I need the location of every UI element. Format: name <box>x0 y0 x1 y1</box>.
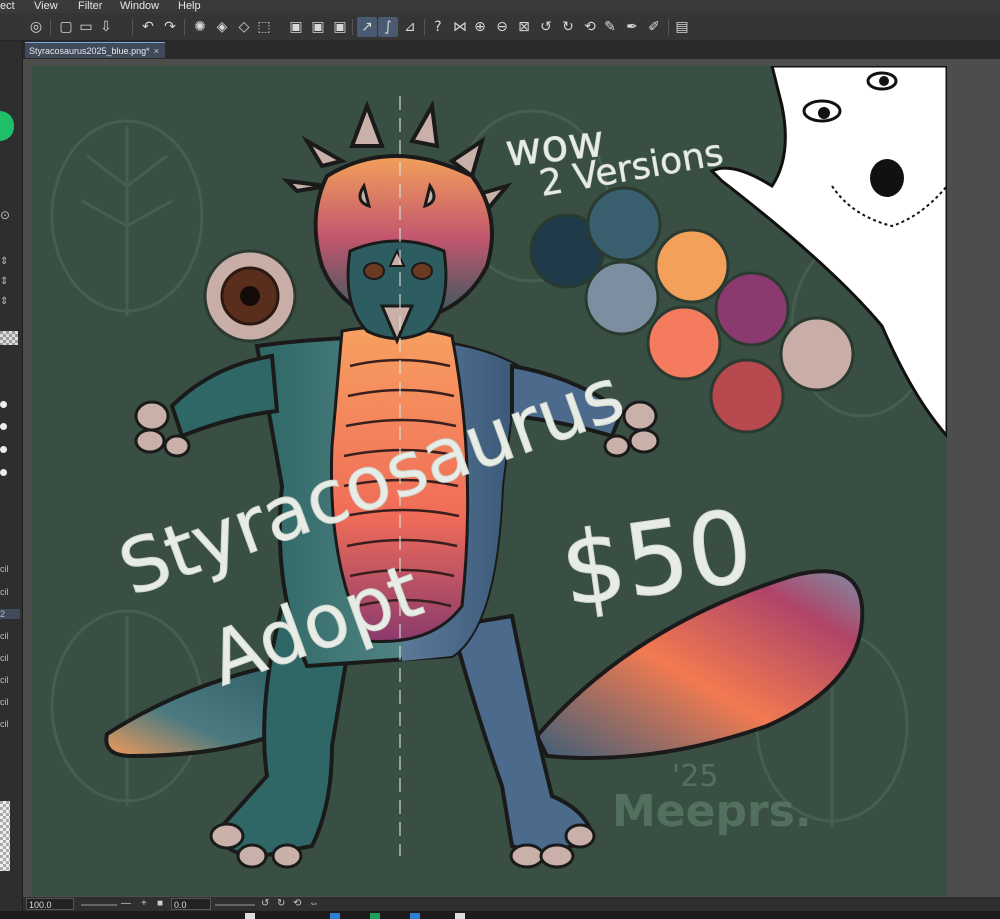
zoom-in-icon[interactable]: ⊕ <box>470 17 490 37</box>
toolbar-divider <box>184 19 185 35</box>
taskbar-app-icon[interactable] <box>330 913 340 919</box>
zoom-out-button[interactable]: — <box>121 897 131 911</box>
fit-icon[interactable]: ⊠ <box>514 17 534 37</box>
os-taskbar <box>0 911 1000 919</box>
spinner-up-down-icon[interactable]: ⇕ <box>0 276 20 287</box>
select-icon[interactable]: ⬚ <box>254 17 274 37</box>
layer-label[interactable]: cil <box>0 697 20 707</box>
rotate-right-icon[interactable]: ↻ <box>277 897 285 911</box>
layer-label[interactable]: cil <box>0 675 20 685</box>
taskbar-app-icon[interactable] <box>410 913 420 919</box>
color-swatch <box>709 358 785 434</box>
brush-size-dot[interactable] <box>0 423 7 430</box>
rotation-input[interactable]: 0.0 <box>171 898 211 910</box>
toolbar-divider <box>132 19 133 35</box>
artwork-canvas[interactable]: Styracosaurus Adopt $50 wow 2 Versions '… <box>32 66 947 896</box>
toolbar-divider <box>668 19 669 35</box>
document-tab[interactable]: Styracosaurus2025_blue.png* × <box>25 42 165 58</box>
rotate-left-icon[interactable]: ↺ <box>536 17 556 37</box>
color-swatch <box>779 316 855 392</box>
eye-reference-pupil <box>240 286 260 306</box>
color-wheel-edge[interactable] <box>0 111 14 141</box>
layer-label[interactable]: cil <box>0 653 20 663</box>
color-swatch <box>586 186 662 262</box>
left-eye <box>363 262 385 280</box>
color-swatch <box>646 305 722 381</box>
layer-label[interactable]: cil <box>0 587 20 597</box>
close-tab-icon[interactable]: × <box>154 43 159 59</box>
spinner-up-down-icon[interactable]: ⇕ <box>0 256 20 267</box>
reset-rotation-icon[interactable]: ⟲ <box>580 17 600 37</box>
play-icon[interactable]: ⊙ <box>0 208 20 222</box>
taskbar-app-icon[interactable] <box>370 913 380 919</box>
app-logo-icon[interactable]: ◎ <box>26 17 46 37</box>
help-icon[interactable]: ? <box>428 17 448 37</box>
rotate-right-icon[interactable]: ↻ <box>558 17 578 37</box>
redo-icon[interactable]: ↷ <box>160 17 180 37</box>
color-swatch <box>654 228 730 304</box>
panel-icon[interactable]: ▤ <box>672 17 692 37</box>
taskbar-app-icon[interactable] <box>245 913 255 919</box>
layer-thumbnail[interactable] <box>0 801 10 871</box>
document-tab-label: Styracosaurus2025_blue.png* <box>29 46 150 56</box>
pen-icon[interactable]: ✒ <box>622 17 642 37</box>
document-tab-bar: Styracosaurus2025_blue.png* × <box>23 41 1000 59</box>
menu-item-select[interactable]: ect <box>0 0 15 13</box>
reset-rotation-icon[interactable]: ⟲ <box>293 897 301 911</box>
layer-label[interactable]: cil <box>0 631 20 641</box>
menu-item-help[interactable]: Help <box>178 0 201 13</box>
zoom-slider-track[interactable] <box>81 904 117 906</box>
layer-label[interactable]: cil <box>0 564 20 574</box>
layer-a-icon[interactable]: ▣ <box>286 17 306 37</box>
signature-name: Meeprs. <box>612 786 812 837</box>
save-icon[interactable]: ⇩ <box>96 17 116 37</box>
zoom-in-button[interactable]: + <box>141 897 147 911</box>
brush-size-dot[interactable] <box>0 469 7 476</box>
menu-item-filter[interactable]: Filter <box>78 0 102 13</box>
zoom-input[interactable]: 100.0 <box>26 898 74 910</box>
symmetry-icon[interactable]: ⋈ <box>450 17 470 37</box>
transform-icon[interactable]: ◇ <box>234 17 254 37</box>
toolbar: ◎ ▢ ▭ ⇩ ↶ ↷ ✺ ◈ ◇ ⬚ ▣ ▣ ▣ ↗ ∫ ⊿ ? ⋈ ⊕ ⊖ … <box>0 13 1000 41</box>
marker-icon[interactable]: ✐ <box>644 17 664 37</box>
rotation-slider-track[interactable] <box>215 904 255 906</box>
menu-bar: ect View Filter Window Help <box>0 0 1000 13</box>
left-panel: ⊙ ⇕ ⇕ ⇕ cil cil 2 cil cil cil cil cil <box>0 41 23 919</box>
toolbar-divider <box>352 19 353 35</box>
rotate-left-icon[interactable]: ↺ <box>261 897 269 911</box>
undo-icon[interactable]: ↶ <box>138 17 158 37</box>
new-file-icon[interactable]: ▢ <box>56 17 76 37</box>
layer-b-icon[interactable]: ▣ <box>308 17 328 37</box>
right-eye <box>411 262 433 280</box>
menu-item-window[interactable]: Window <box>120 0 159 13</box>
fill-icon[interactable]: ◈ <box>212 17 232 37</box>
spinner-up-down-icon[interactable]: ⇕ <box>0 296 20 307</box>
layer-c-icon[interactable]: ▣ <box>330 17 350 37</box>
artwork-illustration: Styracosaurus Adopt $50 wow 2 Versions '… <box>50 66 947 869</box>
transparency-swatch[interactable] <box>0 331 18 345</box>
status-bar: 100.0 — + ■ 0.0 ↺ ↻ ⟲ ⇔ <box>23 897 1000 911</box>
brush-size-dot[interactable] <box>0 446 7 453</box>
menu-item-view[interactable]: View <box>34 0 58 13</box>
canvas-area[interactable]: Styracosaurus Adopt $50 wow 2 Versions '… <box>23 59 1000 897</box>
ruler-icon[interactable]: ↗ <box>357 17 377 37</box>
snap-icon[interactable]: ⊿ <box>400 17 420 37</box>
layer-label-selected[interactable]: 2 <box>0 609 20 619</box>
flip-icon[interactable]: ⇔ <box>309 897 319 911</box>
left-arm <box>169 353 280 439</box>
layer-label[interactable]: cil <box>0 719 20 729</box>
eyedropper-icon[interactable]: ✎ <box>600 17 620 37</box>
open-folder-icon[interactable]: ▭ <box>76 17 96 37</box>
color-swatch <box>714 271 790 347</box>
curve-ruler-icon[interactable]: ∫ <box>378 17 398 37</box>
spinner-icon[interactable]: ✺ <box>190 17 210 37</box>
zoom-out-icon[interactable]: ⊖ <box>492 17 512 37</box>
toolbar-divider <box>50 19 51 35</box>
reset-zoom-icon[interactable]: ■ <box>157 897 163 911</box>
toolbar-divider <box>424 19 425 35</box>
brush-size-dot[interactable] <box>0 401 7 408</box>
taskbar-app-icon[interactable] <box>455 913 465 919</box>
color-swatch <box>584 260 660 336</box>
